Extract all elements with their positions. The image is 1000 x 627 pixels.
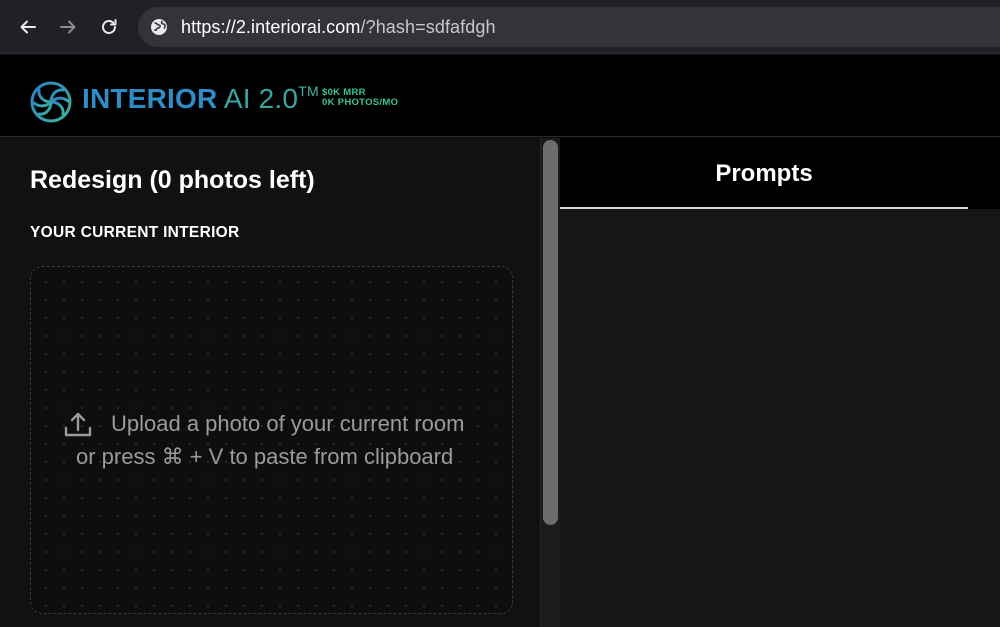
upload-icon bbox=[64, 412, 92, 437]
scrollbar-track[interactable] bbox=[540, 138, 560, 627]
brand-bold: INTERIOR bbox=[82, 83, 218, 114]
tab-prompts-label: Prompts bbox=[715, 160, 813, 187]
back-arrow-icon bbox=[20, 20, 36, 34]
section-label: YOUR CURRENT INTERIOR bbox=[30, 224, 240, 241]
url-path: /?hash=sdfafdgh bbox=[360, 17, 496, 37]
stats-badge: $0K MRR 0K PHOTOS/MO bbox=[322, 88, 398, 108]
scrollbar-thumb[interactable] bbox=[543, 140, 558, 525]
forward-button[interactable] bbox=[52, 11, 84, 43]
page-title: Redesign (0 photos left) bbox=[30, 166, 315, 194]
forward-arrow-icon bbox=[60, 20, 76, 34]
upload-instruction: Upload a photo of your current room bbox=[111, 411, 465, 436]
site-info-icon[interactable] bbox=[150, 18, 168, 36]
prompts-panel: Prompts bbox=[560, 138, 1000, 627]
reload-button[interactable] bbox=[93, 11, 125, 43]
redesign-panel: Redesign (0 photos left) YOUR CURRENT IN… bbox=[0, 138, 540, 627]
brand-tm: TM bbox=[298, 83, 319, 99]
browser-toolbar: https://2.interiorai.com/?hash=sdfafdgh bbox=[0, 0, 1000, 54]
app-header: INTERIOR AI 2.0TM $0K MRR 0K PHOTOS/MO bbox=[0, 55, 1000, 137]
tab-prompts[interactable]: Prompts bbox=[560, 138, 968, 209]
url-host: https://2.interiorai.com bbox=[181, 17, 361, 37]
brand-light: AI 2.0 bbox=[217, 83, 299, 114]
back-button[interactable] bbox=[12, 11, 44, 43]
upload-dropzone[interactable] bbox=[30, 266, 513, 614]
url-text: https://2.interiorai.com/?hash=sdfafdgh bbox=[181, 17, 496, 38]
tab-bar: Prompts bbox=[560, 138, 1000, 209]
reload-icon bbox=[102, 19, 117, 34]
interior-ai-logo-icon[interactable] bbox=[30, 81, 72, 123]
paste-instruction: or press ⌘ + V to paste from clipboard bbox=[76, 444, 454, 469]
stat-photos: 0K PHOTOS/MO bbox=[322, 97, 399, 108]
address-bar[interactable]: https://2.interiorai.com/?hash=sdfafdgh bbox=[138, 7, 1000, 47]
brand-title[interactable]: INTERIOR AI 2.0TM bbox=[82, 83, 319, 115]
